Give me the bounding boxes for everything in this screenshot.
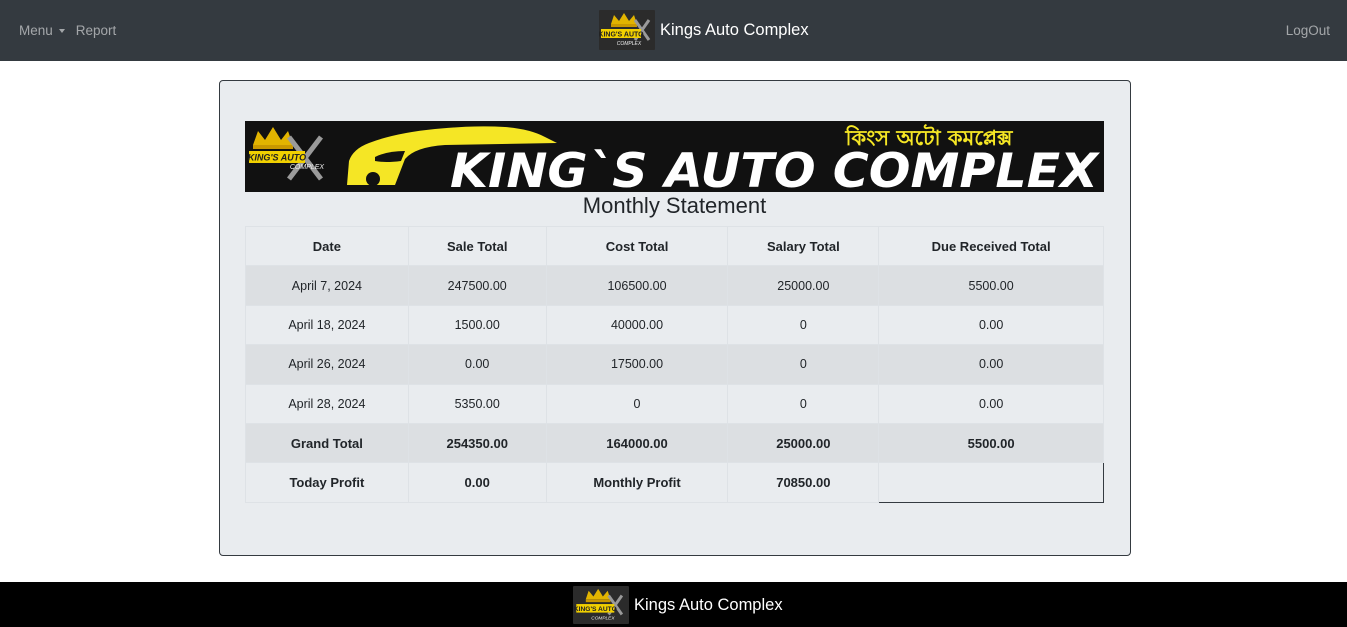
grand-total-sale: 254350.00 bbox=[407, 422, 547, 464]
column-header-date: Date bbox=[245, 225, 409, 267]
monthly-profit-value: 70850.00 bbox=[727, 462, 880, 503]
banner-title: KING`S AUTO COMPLEX bbox=[450, 144, 1101, 192]
cell-sale-total: 1500.00 bbox=[407, 304, 547, 346]
footer-logo-text: KING'S AUTO bbox=[574, 606, 617, 613]
grand-total-row: Grand Total 254350.00 164000.00 25000.00… bbox=[245, 422, 1104, 464]
top-navbar: Menu Report KING'S AUTO COMPLEX Kings Au… bbox=[0, 0, 1347, 61]
cell-due-received-total: 5500.00 bbox=[878, 265, 1104, 306]
brand-logo: KING'S AUTO COMPLEX bbox=[599, 10, 655, 50]
nav-left-group: Menu Report bbox=[19, 0, 116, 61]
brand-logo-text: KING'S AUTO bbox=[599, 32, 644, 39]
cell-due-received-total: 0.00 bbox=[878, 344, 1104, 385]
footer-brand-name: Kings Auto Complex bbox=[634, 595, 783, 614]
column-header-cost-total: Cost Total bbox=[545, 225, 729, 267]
footer-brand: KING'S AUTO COMPLEX Kings Auto Complex bbox=[573, 586, 783, 624]
footer-logo: KING'S AUTO COMPLEX bbox=[573, 586, 629, 624]
cell-cost-total: 0 bbox=[545, 383, 729, 424]
menu-label: Menu bbox=[19, 23, 53, 38]
grand-total-cost: 164000.00 bbox=[545, 422, 729, 464]
table-row: April 28, 2024 5350.00 0 0 0.00 bbox=[245, 383, 1104, 424]
cell-sale-total: 247500.00 bbox=[407, 265, 547, 306]
cell-salary-total: 0 bbox=[727, 383, 880, 424]
cell-salary-total: 25000.00 bbox=[727, 265, 880, 306]
table-row: April 7, 2024 247500.00 106500.00 25000.… bbox=[245, 265, 1104, 306]
statement-card: KING'S AUTO COMPLEX কিংস অটো কমপ্লেক্স K… bbox=[219, 80, 1131, 556]
banner-crown-icon bbox=[253, 127, 293, 149]
statement-title: Monthly Statement bbox=[582, 193, 767, 218]
cell-date: April 7, 2024 bbox=[245, 265, 409, 306]
empty-cell bbox=[878, 462, 1104, 503]
monthly-profit-label: Monthly Profit bbox=[545, 462, 729, 503]
profit-row: Today Profit 0.00 Monthly Profit 70850.0… bbox=[245, 462, 1104, 503]
navbar-brand[interactable]: KING'S AUTO COMPLEX Kings Auto Complex bbox=[599, 10, 809, 50]
report-link[interactable]: Report bbox=[76, 23, 117, 38]
company-banner: KING'S AUTO COMPLEX কিংস অটো কমপ্লেক্স K… bbox=[245, 121, 1104, 192]
today-profit-value: 0.00 bbox=[407, 462, 547, 503]
today-profit-label: Today Profit bbox=[245, 462, 409, 503]
cell-salary-total: 0 bbox=[727, 344, 880, 385]
grand-total-salary: 25000.00 bbox=[727, 422, 880, 464]
statement-table: Date Sale Total Cost Total Salary Total … bbox=[245, 225, 1104, 503]
table-row: April 18, 2024 1500.00 40000.00 0 0.00 bbox=[245, 304, 1104, 346]
cell-date: April 26, 2024 bbox=[245, 344, 409, 385]
brand-logo-subtext: COMPLEX bbox=[617, 41, 642, 47]
menu-dropdown[interactable]: Menu bbox=[19, 23, 65, 38]
cell-cost-total: 17500.00 bbox=[545, 344, 729, 385]
nav-right-group: LogOut bbox=[1286, 0, 1330, 61]
cell-date: April 18, 2024 bbox=[245, 304, 409, 346]
grand-total-due-received: 5500.00 bbox=[878, 422, 1104, 464]
table-header-row: Date Sale Total Cost Total Salary Total … bbox=[245, 225, 1104, 267]
cell-date: April 28, 2024 bbox=[245, 383, 409, 424]
cell-salary-total: 0 bbox=[727, 304, 880, 346]
table-row: April 26, 2024 0.00 17500.00 0 0.00 bbox=[245, 344, 1104, 385]
footer: KING'S AUTO COMPLEX Kings Auto Complex bbox=[0, 582, 1347, 627]
cell-due-received-total: 0.00 bbox=[878, 383, 1104, 424]
column-header-sale-total: Sale Total bbox=[407, 225, 547, 267]
banner-logo-subtext: COMPLEX bbox=[290, 164, 325, 171]
logout-link[interactable]: LogOut bbox=[1286, 23, 1330, 38]
cell-sale-total: 0.00 bbox=[407, 344, 547, 385]
column-header-due-received-total: Due Received Total bbox=[878, 225, 1104, 267]
caret-down-icon bbox=[58, 28, 65, 33]
cell-cost-total: 106500.00 bbox=[545, 265, 729, 306]
cell-sale-total: 5350.00 bbox=[407, 383, 547, 424]
brand-name: Kings Auto Complex bbox=[660, 20, 809, 39]
column-header-salary-total: Salary Total bbox=[727, 225, 880, 267]
footer-logo-subtext: COMPLEX bbox=[591, 615, 615, 621]
banner-logo-text: KING'S AUTO bbox=[248, 153, 306, 163]
cell-cost-total: 40000.00 bbox=[545, 304, 729, 346]
grand-total-label: Grand Total bbox=[245, 422, 409, 464]
cell-due-received-total: 0.00 bbox=[878, 304, 1104, 346]
